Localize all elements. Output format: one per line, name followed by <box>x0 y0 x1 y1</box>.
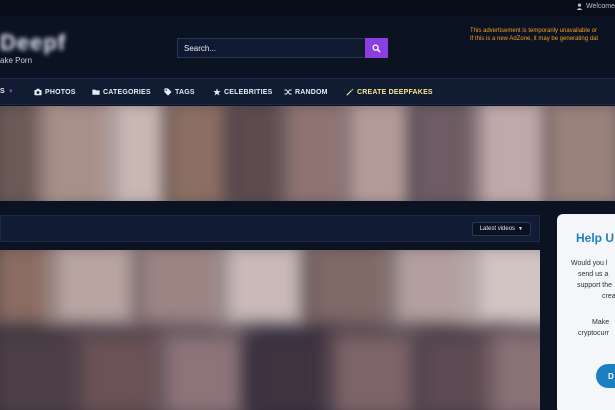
user-icon <box>576 3 583 10</box>
featured-banner[interactable] <box>0 106 615 201</box>
search-input[interactable] <box>177 38 365 58</box>
top-strip: Welcome <box>0 0 615 16</box>
nav-item-categories[interactable]: CATEGORIES <box>92 88 151 96</box>
folder-icon <box>92 89 100 95</box>
video-thumbnail[interactable] <box>490 330 540 410</box>
video-thumbnail[interactable] <box>305 250 395 330</box>
help-text-line: crea <box>602 293 615 300</box>
nav-item-tags[interactable]: TAGS <box>164 88 195 96</box>
banner-thumb[interactable] <box>345 106 415 201</box>
banner-thumb[interactable] <box>545 106 615 201</box>
banner-thumb[interactable] <box>40 106 120 201</box>
help-text-line: Make <box>592 319 610 326</box>
video-thumbnail[interactable] <box>245 330 335 410</box>
welcome-link[interactable]: Welcome <box>576 3 615 10</box>
video-thumbnail[interactable] <box>220 250 310 330</box>
nav-item-label: CELEBRITIES <box>224 88 273 96</box>
site-tagline: ake Porn <box>0 56 33 65</box>
banner-thumb[interactable] <box>110 106 170 201</box>
help-title: Help U <box>576 231 615 245</box>
help-text-line: send us a <box>578 271 609 278</box>
help-text-line: support the <box>577 282 613 289</box>
banner-thumb[interactable] <box>225 106 285 201</box>
nav-item-label: S <box>0 88 5 95</box>
video-thumbnail[interactable] <box>50 250 140 330</box>
help-text-line: Would you l <box>571 260 608 267</box>
sort-label: Latest videos <box>479 226 516 232</box>
video-thumbnail[interactable] <box>390 250 480 330</box>
ad-notice-line-1: This advertisement is temporarily unavai… <box>470 28 598 34</box>
banner-thumb[interactable] <box>475 106 550 201</box>
ad-notice-line-2: If this is a new AdZone, it may be gener… <box>470 36 599 42</box>
nav-item-celebrities[interactable]: CELEBRITIES <box>213 88 272 96</box>
camera-icon <box>34 88 42 96</box>
chevron-down-icon: ▼ <box>7 88 15 95</box>
search-button[interactable] <box>365 38 388 58</box>
section-header: Latest videos ▼ <box>0 215 540 242</box>
video-thumbnail[interactable] <box>160 330 250 410</box>
welcome-text: Welcome <box>585 3 615 10</box>
nav-item-label: CREATE DEEPFAKES <box>357 88 433 96</box>
nav-item-random[interactable]: RANDOM <box>284 88 328 96</box>
video-thumbnail[interactable] <box>330 330 420 410</box>
nav-item-label: RANDOM <box>295 88 328 96</box>
nav-item-videos[interactable]: S ▼ <box>0 88 14 95</box>
ad-notice: This advertisement is temporarily unavai… <box>470 27 615 43</box>
shuffle-icon <box>284 89 292 95</box>
wand-icon <box>346 88 354 96</box>
nav-item-label: PHOTOS <box>45 88 76 96</box>
site-logo[interactable]: Deepf <box>0 30 66 56</box>
help-text-line: cryptocurr <box>578 330 610 337</box>
video-grid <box>0 250 540 410</box>
main-nav: S ▼ PHOTOS CATEGORIES TAGS CELEBRITIES R <box>0 78 615 105</box>
nav-item-photos[interactable]: PHOTOS <box>34 88 76 96</box>
banner-thumb[interactable] <box>280 106 350 201</box>
nav-item-label: CATEGORIES <box>103 88 151 96</box>
site-header: Deepf ake Porn This advertisement is tem… <box>0 16 615 78</box>
banner-thumb[interactable] <box>410 106 480 201</box>
tag-icon <box>164 88 172 96</box>
video-thumbnail[interactable] <box>135 250 225 330</box>
video-thumbnail[interactable] <box>0 330 80 410</box>
donate-button[interactable]: D <box>596 364 615 388</box>
video-thumbnail[interactable] <box>75 330 165 410</box>
nav-item-label: TAGS <box>175 88 195 96</box>
nav-item-create-deepfakes[interactable]: CREATE DEEPFAKES <box>346 88 433 96</box>
search-bar <box>177 38 388 58</box>
sort-dropdown[interactable]: Latest videos ▼ <box>471 222 531 236</box>
chevron-down-icon: ▼ <box>518 226 523 232</box>
star-icon <box>213 88 221 96</box>
search-icon <box>372 43 381 53</box>
video-thumbnail[interactable] <box>470 250 540 330</box>
